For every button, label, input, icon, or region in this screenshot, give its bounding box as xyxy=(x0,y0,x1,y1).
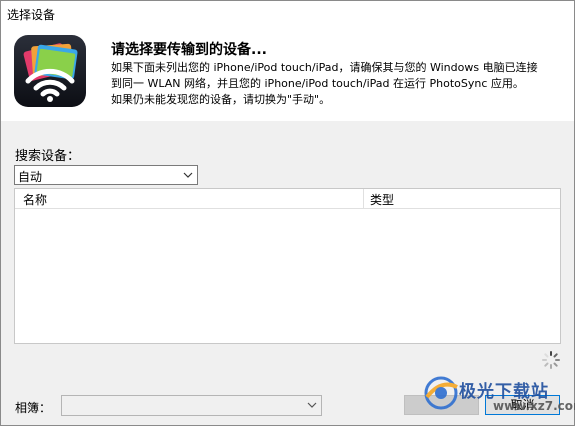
chevron-down-icon xyxy=(307,399,317,414)
watermark: 极光下载站 www.xz7.com xyxy=(421,371,575,421)
title-bar: 选择设备 xyxy=(1,1,574,25)
header-title: 请选择要传输到的设备... xyxy=(111,42,267,58)
description-line: 到同一 WLAN 网络，并且您的 iPhone/iPod touch/iPad … xyxy=(111,77,524,90)
photosync-wifi-icon xyxy=(14,35,86,107)
watermark-url: www.xz7.com xyxy=(493,399,575,413)
loading-spinner-icon xyxy=(541,350,561,370)
header-description: 如果下面未列出您的 iPhone/iPod touch/iPad，请确保其与您的… xyxy=(111,60,561,108)
window-title: 选择设备 xyxy=(7,8,56,22)
chevron-down-icon xyxy=(183,169,193,184)
search-mode-value: 自动 xyxy=(18,170,43,184)
column-header-name[interactable]: 名称 xyxy=(23,191,47,208)
table-header: 名称 类型 xyxy=(15,189,560,209)
description-line: 如果下面未列出您的 iPhone/iPod touch/iPad，请确保其与您的… xyxy=(111,61,538,74)
dialog-header: 请选择要传输到的设备... 如果下面未列出您的 iPhone/iPod touc… xyxy=(1,25,574,121)
album-label: 相簿： xyxy=(15,401,52,415)
search-mode-dropdown[interactable]: 自动 xyxy=(14,165,198,185)
column-header-type[interactable]: 类型 xyxy=(370,191,394,208)
description-line: 如果仍未能发现您的设备，请切换为"手动"。 xyxy=(111,93,331,106)
select-device-dialog: 选择设备 请选择要传输到的设备... 如果下面未列出您的 iPhone/iPod… xyxy=(0,0,575,426)
device-table[interactable]: 名称 类型 xyxy=(14,188,561,344)
watermark-logo-icon xyxy=(424,376,458,410)
search-devices-label: 搜索设备： xyxy=(15,149,81,164)
column-divider xyxy=(363,189,364,208)
album-dropdown[interactable] xyxy=(61,395,322,416)
